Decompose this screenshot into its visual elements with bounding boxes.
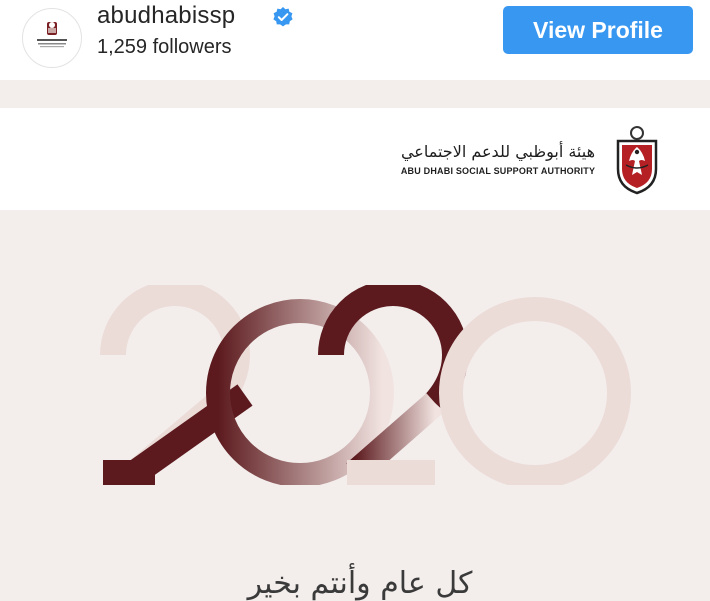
year-2020-graphic: 2020 [100,285,631,485]
org-name-english: ABU DHABI SOCIAL SUPPORT AUTHORITY [400,166,596,176]
org-name-arabic: هيئة أبوظبي للدعم الاجتماعي [400,142,596,161]
post-top-band [0,80,710,108]
profile-avatar[interactable] [22,8,82,68]
greeting-arabic: كل عام وأنتم بخير [247,566,473,601]
falcon-emblem-icon [616,126,658,195]
follower-count: 1,259 followers [97,36,232,58]
verified-badge-icon [273,7,293,27]
digit-0-second [439,297,631,485]
adssa-logo-icon [37,22,67,48]
profile-username[interactable]: abudhabissp [97,2,235,30]
profile-header: abudhabissp 1,259 followers View Profile [0,0,710,80]
view-profile-button[interactable]: View Profile [503,6,693,54]
